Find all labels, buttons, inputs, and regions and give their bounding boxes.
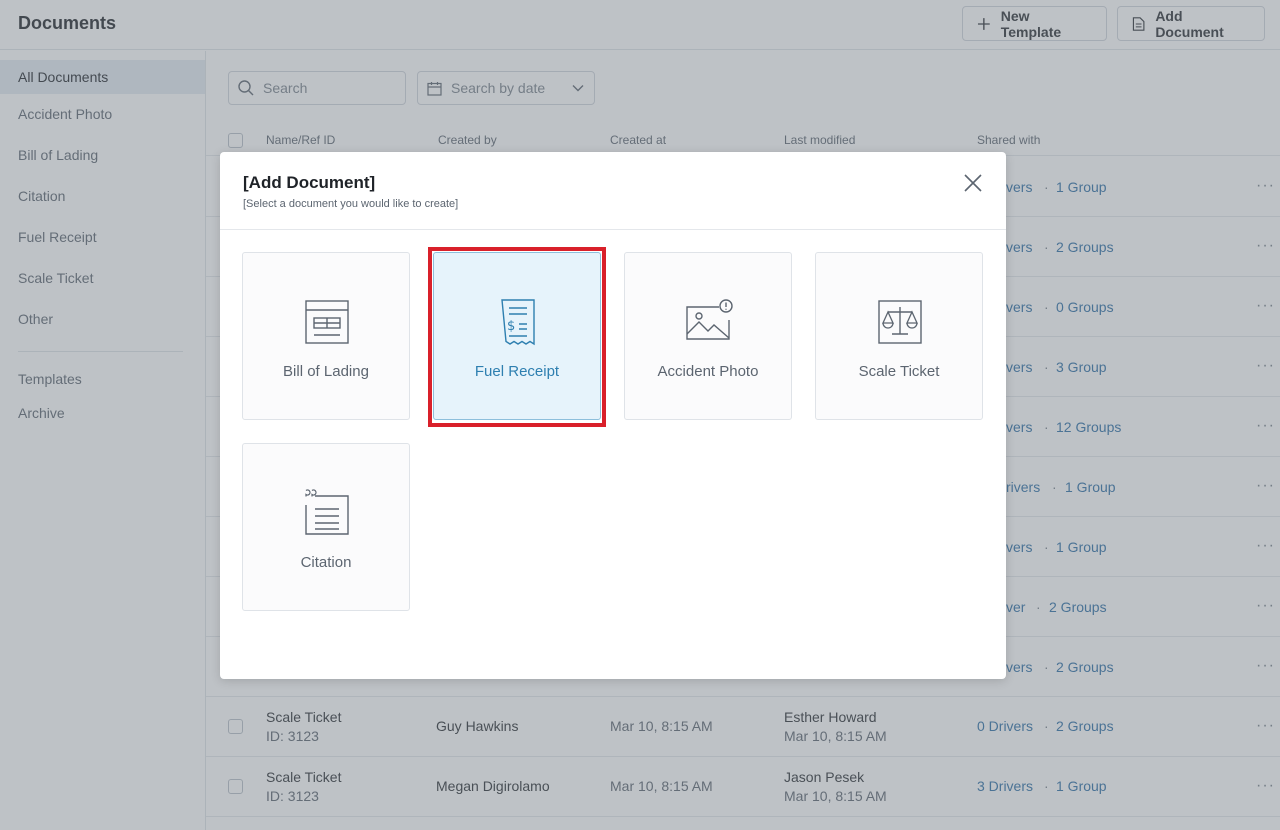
card-label: Citation — [300, 554, 352, 571]
citation-icon — [305, 489, 349, 535]
selection-highlight — [428, 247, 606, 427]
modal-subtitle: [Select a document you would like to cre… — [243, 198, 459, 210]
modal-title: [Add Document] — [243, 173, 376, 192]
modal-divider — [220, 229, 1006, 230]
bill-of-lading-icon — [305, 300, 349, 344]
card-label: Accident Photo — [657, 363, 759, 380]
scale-ticket-icon — [878, 300, 922, 344]
card-scale-ticket[interactable]: Scale Ticket — [815, 252, 983, 420]
card-accident-photo[interactable]: Accident Photo — [624, 252, 792, 420]
card-bill-of-lading[interactable]: Bill of Lading — [242, 252, 410, 420]
add-document-modal: [Add Document] [Select a document you wo… — [220, 152, 1006, 679]
close-icon[interactable] — [962, 172, 984, 194]
card-label: Bill of Lading — [283, 363, 369, 380]
card-citation[interactable]: Citation — [242, 443, 410, 611]
card-label: Scale Ticket — [858, 363, 940, 380]
accident-photo-icon — [686, 299, 733, 340]
